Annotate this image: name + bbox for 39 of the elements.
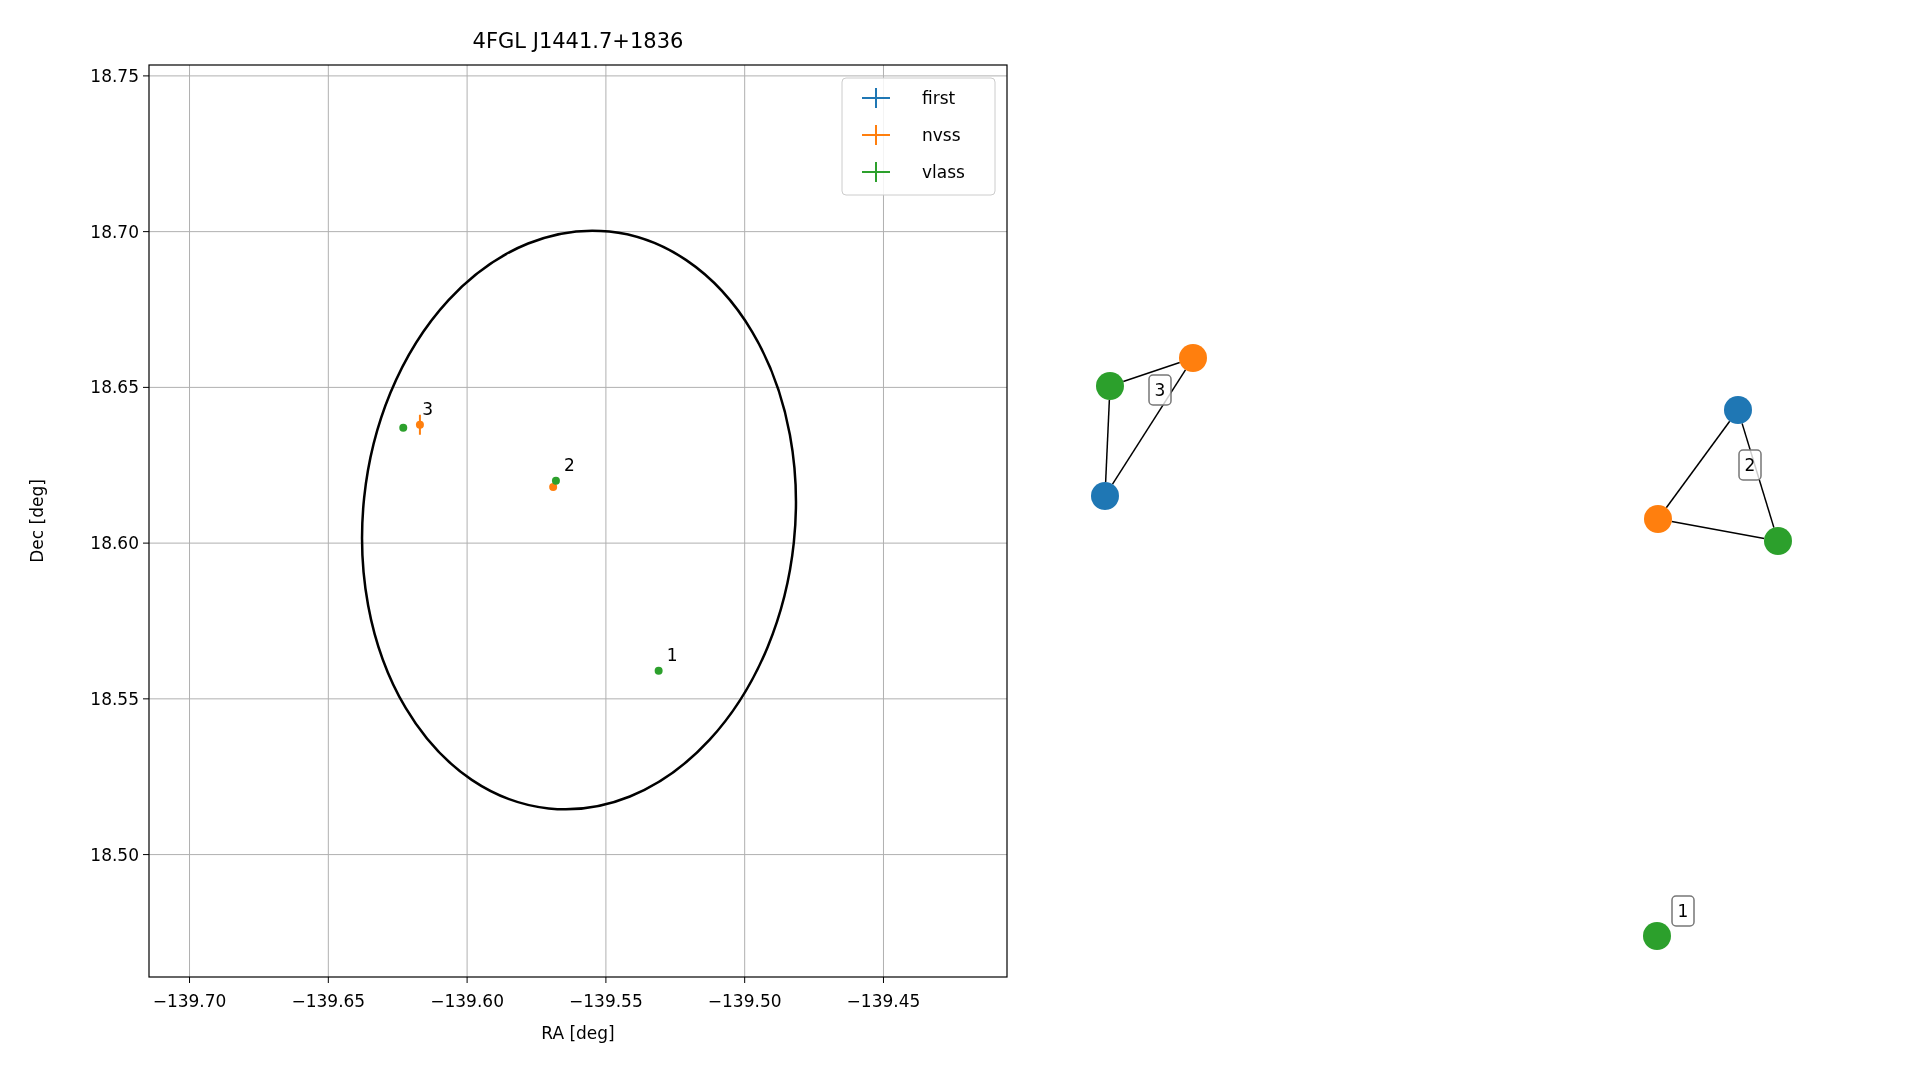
- node-label: 3: [1154, 380, 1166, 400]
- tick-label: 18.70: [90, 221, 139, 242]
- tick-label: −139.45: [846, 991, 921, 1011]
- tick-label: −139.70: [152, 991, 227, 1011]
- tick-label: −139.60: [430, 991, 504, 1011]
- tick-mark: [142, 231, 150, 233]
- node-label-box: [1148, 374, 1172, 406]
- y-axis-label: Dec [deg]: [27, 479, 47, 563]
- tick-mark: [142, 698, 150, 700]
- tick-mark: [466, 976, 468, 984]
- tick-mark: [327, 976, 329, 984]
- point-label: 3: [422, 398, 434, 419]
- tick-label: 18.50: [90, 844, 139, 865]
- tick-mark: [142, 75, 150, 77]
- tick-label: −139.65: [291, 991, 366, 1011]
- node-label-box: [1738, 449, 1762, 481]
- chart-title: 4FGL J1441.7+1836: [472, 29, 684, 53]
- point-label: 2: [563, 454, 575, 475]
- node-label: 1: [1677, 901, 1689, 921]
- tick-mark: [142, 386, 150, 388]
- legend-label: vlass: [922, 162, 965, 182]
- legend-label: first: [922, 88, 956, 108]
- node-label: 2: [1744, 455, 1756, 475]
- tick-mark: [883, 976, 884, 984]
- tick-mark: [142, 854, 150, 856]
- point-label: 1: [666, 644, 678, 665]
- tick-label: 18.60: [90, 533, 139, 554]
- node-label-box: [1671, 895, 1695, 927]
- legend-label: nvss: [922, 125, 961, 145]
- tick-label: −139.55: [569, 991, 643, 1011]
- tick-mark: [142, 542, 150, 544]
- tick-mark: [189, 976, 191, 984]
- tick-label: 18.65: [90, 377, 139, 398]
- tick-label: −139.50: [707, 991, 782, 1011]
- tick-label: 18.75: [90, 65, 139, 86]
- tick-label: 18.55: [90, 688, 139, 709]
- x-axis-label: RA [deg]: [541, 1023, 615, 1043]
- tick-mark: [744, 976, 746, 984]
- tick-mark: [605, 976, 607, 984]
